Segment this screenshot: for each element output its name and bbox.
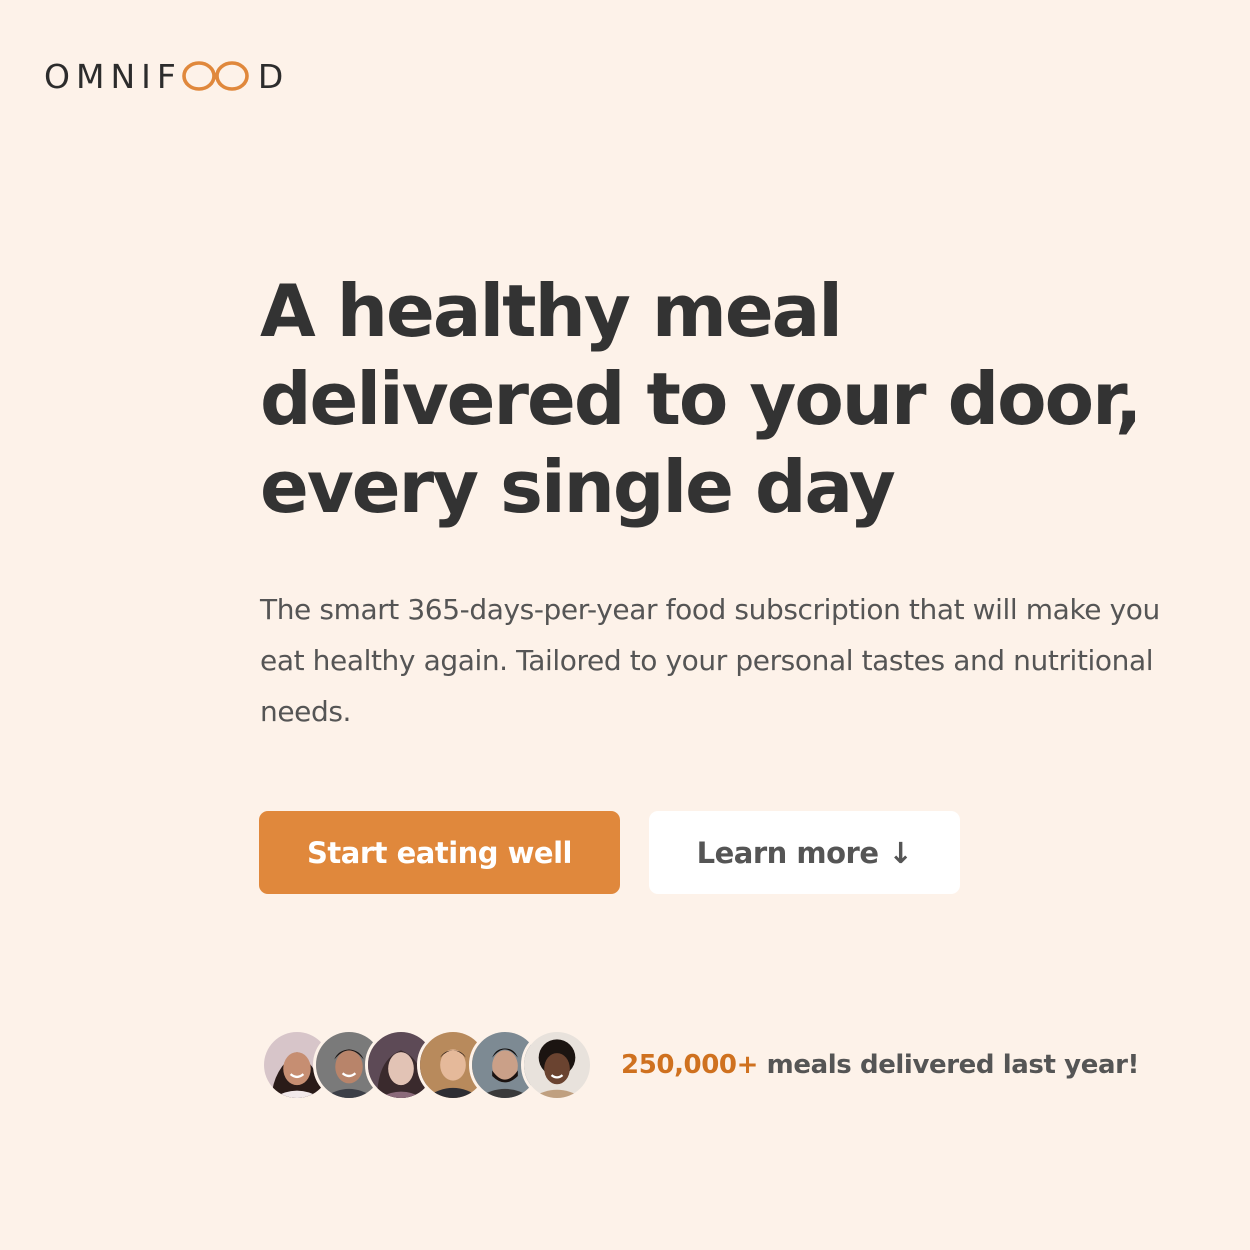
- meals-count: 250,000+: [621, 1050, 759, 1080]
- hero-title: A healthy meal delivered to your door, e…: [260, 269, 1142, 529]
- start-eating-well-button[interactable]: Start eating well: [259, 811, 620, 894]
- hero-description: The smart 365-days-per-year food subscri…: [260, 593, 1160, 729]
- delivered-meals: 250,000+ meals delivered last year!: [261, 1024, 1139, 1106]
- hero-page: OMNIF D A healthy meal delivered to your…: [0, 0, 1250, 1250]
- hero-text-box: A healthy meal delivered to your door, e…: [260, 268, 1220, 738]
- logo-text-end: D: [257, 56, 290, 96]
- omnifood-logo[interactable]: OMNIF D: [44, 56, 289, 96]
- customer-avatars: [261, 1029, 593, 1101]
- meals-caption: meals delivered last year!: [758, 1050, 1140, 1080]
- arrow-down-icon: ↓: [888, 835, 913, 870]
- start-eating-well-label: Start eating well: [307, 835, 572, 870]
- learn-more-label: Learn more: [696, 835, 879, 870]
- customer-avatar: [521, 1029, 593, 1101]
- logo-text-start: OMNIF: [44, 56, 182, 96]
- learn-more-button[interactable]: Learn more ↓: [649, 811, 960, 894]
- delivered-meals-text: 250,000+ meals delivered last year!: [621, 1050, 1139, 1080]
- infinity-icon: [180, 59, 254, 93]
- hero-buttons: Start eating well Learn more ↓: [259, 811, 960, 894]
